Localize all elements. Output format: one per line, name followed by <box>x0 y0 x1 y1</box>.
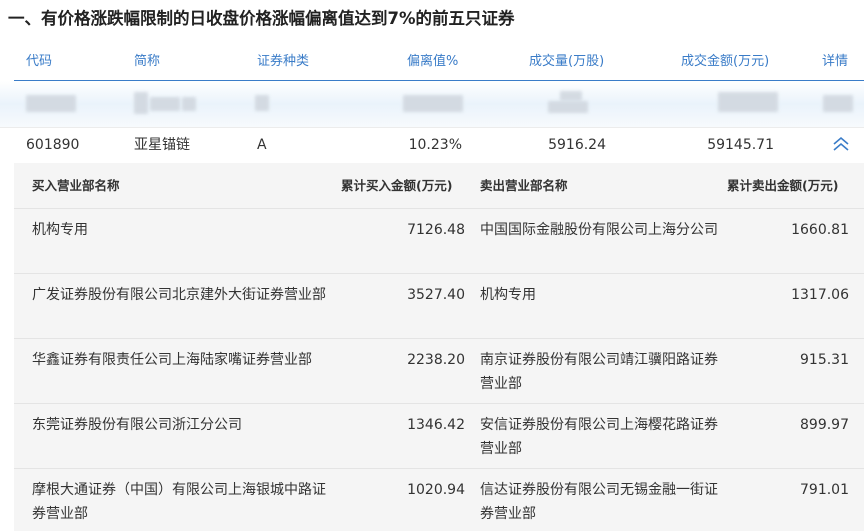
page-title: 一、有价格涨跌幅限制的日收盘价格涨幅偏离值达到7%的前五只证券 <box>8 9 515 28</box>
table-row: 广发证券股份有限公司北京建外大街证券营业部 3527.40 机构专用 1317.… <box>14 273 864 338</box>
column-header-type[interactable]: 证券种类 <box>257 44 309 80</box>
sell-name: 安信证券股份有限公司上海樱花路证券营业部 <box>480 417 718 457</box>
stock-row[interactable]: 601890 亚星锚链 A 10.23% 5916.24 59145.71 <box>0 127 864 163</box>
sell-name: 信达证券股份有限公司无锡金融一街证券营业部 <box>480 482 718 522</box>
detail-panel: 买入营业部名称 累计买入金额(万元) 卖出营业部名称 累计卖出金额(万元) 机构… <box>14 163 864 531</box>
chevron-double-up-icon[interactable] <box>830 135 852 155</box>
detail-header: 买入营业部名称 累计买入金额(万元) 卖出营业部名称 累计卖出金额(万元) <box>14 163 864 208</box>
table-row: 华鑫证券有限责任公司上海陆家嘴证券营业部 2238.20 南京证券股份有限公司靖… <box>14 338 864 403</box>
sell-amount: 791.01 <box>800 482 849 498</box>
stock-name: 亚星锚链 <box>134 137 190 153</box>
column-header-amount[interactable]: 成交金额(万元) <box>681 44 769 80</box>
sell-header: 卖出营业部名称 <box>480 178 568 193</box>
buy-amount: 1020.94 <box>407 482 465 498</box>
sell-amount: 915.31 <box>800 352 849 368</box>
buy-name: 摩根大通证券（中国）有限公司上海银城中路证券营业部 <box>32 482 326 522</box>
buy-name: 广发证券股份有限公司北京建外大街证券营业部 <box>32 287 326 303</box>
table-row: 东莞证券股份有限公司浙江分公司 1346.42 安信证券股份有限公司上海樱花路证… <box>14 403 864 468</box>
stock-deviation: 10.23% <box>408 137 462 153</box>
buy-amount: 2238.20 <box>407 352 465 368</box>
column-header-name[interactable]: 简称 <box>134 44 160 80</box>
sell-name: 中国国际金融股份有限公司上海分公司 <box>480 222 718 238</box>
buy-name: 华鑫证券有限责任公司上海陆家嘴证券营业部 <box>32 352 312 368</box>
column-header-deviation[interactable]: 偏离值% <box>407 44 458 80</box>
stock-code: 601890 <box>26 137 80 153</box>
buy-amount: 7126.48 <box>407 222 465 238</box>
buy-amount-header: 累计买入金额(万元) <box>341 178 453 193</box>
stock-type: A <box>257 137 267 153</box>
sell-amount: 1317.06 <box>791 287 849 303</box>
buy-amount: 3527.40 <box>407 287 465 303</box>
sell-amount-header: 累计卖出金额(万元) <box>727 178 839 193</box>
blurred-row <box>0 81 864 127</box>
sell-name: 机构专用 <box>480 287 536 303</box>
sell-name: 南京证券股份有限公司靖江骥阳路证券营业部 <box>480 352 718 392</box>
table-row: 机构专用 7126.48 中国国际金融股份有限公司上海分公司 1660.81 <box>14 208 864 273</box>
column-header-volume[interactable]: 成交量(万股) <box>529 44 604 80</box>
stock-volume: 5916.24 <box>548 137 606 153</box>
table-row: 摩根大通证券（中国）有限公司上海银城中路证券营业部 1020.94 信达证券股份… <box>14 468 864 531</box>
sell-amount: 1660.81 <box>791 222 849 238</box>
column-header-code[interactable]: 代码 <box>26 44 52 80</box>
buy-amount: 1346.42 <box>407 417 465 433</box>
column-header-detail: 详情 <box>822 54 849 69</box>
table-header: 代码 简称 证券种类 偏离值% 成交量(万股) 成交金额(万元) 详情 <box>0 44 864 80</box>
stock-amount: 59145.71 <box>707 137 774 153</box>
buy-name: 机构专用 <box>32 222 88 238</box>
buy-header: 买入营业部名称 <box>32 178 120 193</box>
buy-name: 东莞证券股份有限公司浙江分公司 <box>32 417 242 433</box>
sell-amount: 899.97 <box>800 417 849 433</box>
